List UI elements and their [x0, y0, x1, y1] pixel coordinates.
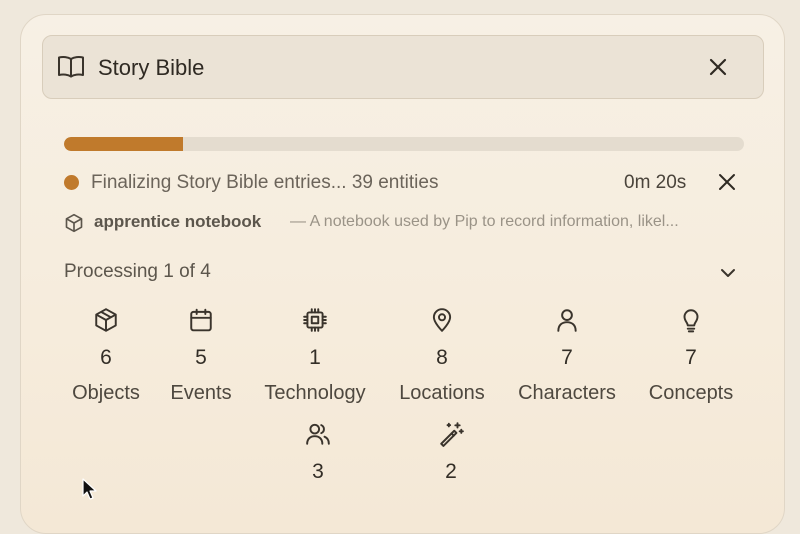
category-count: 7 [685, 346, 697, 369]
category-count: 1 [309, 346, 321, 369]
category-locations[interactable]: 8 Locations [380, 307, 504, 417]
status-row: Finalizing Story Bible entries... 39 ent… [64, 171, 744, 195]
category-groups[interactable]: 3 [256, 421, 380, 531]
current-entity-name: apprentice notebook [94, 212, 262, 231]
story-bible-panel: Story Bible Finalizing Story Bible entri… [20, 14, 785, 534]
category-count: 2 [445, 460, 457, 483]
elapsed-timer: 0m 20s [624, 172, 687, 193]
status-text: Finalizing Story Bible entries... 39 ent… [91, 172, 439, 193]
cube-icon [93, 307, 119, 333]
category-label: Technology [264, 382, 366, 404]
current-entity-row: apprentice notebook — A notebook used by… [64, 211, 744, 235]
category-technology[interactable]: 1 Technology [253, 307, 377, 417]
cube-icon [64, 213, 84, 233]
calendar-icon [188, 307, 214, 333]
cancel-process-button[interactable] [717, 172, 737, 192]
category-magic[interactable]: 2 [389, 421, 513, 531]
lightbulb-icon [678, 307, 704, 333]
category-label: Concepts [648, 382, 734, 404]
category-count: 8 [436, 346, 448, 369]
progress-bar-fill [64, 137, 183, 151]
category-count: 5 [195, 346, 207, 369]
chip-icon [302, 307, 328, 333]
book-open-icon [57, 54, 85, 80]
category-concepts[interactable]: 7 Concepts [629, 307, 753, 417]
category-count: 7 [561, 346, 573, 369]
map-pin-icon [429, 307, 455, 333]
close-panel-button[interactable] [707, 56, 729, 78]
chevron-down-icon [719, 264, 737, 282]
status-dot-icon [64, 175, 79, 190]
person-icon [554, 307, 580, 333]
magic-wand-icon [438, 421, 464, 447]
processing-toggle[interactable]: Processing 1 of 4 [64, 261, 744, 285]
processing-status: Processing 1 of 4 [64, 261, 211, 282]
users-icon [305, 421, 331, 447]
current-entity-description: — A notebook used by Pip to record infor… [290, 213, 679, 230]
category-label: Locations [399, 382, 485, 404]
category-label: Characters [518, 382, 616, 404]
category-characters[interactable]: 7 Characters [505, 307, 629, 417]
panel-header: Story Bible [42, 35, 764, 99]
mouse-cursor-icon [82, 478, 98, 500]
category-count: 3 [312, 460, 324, 483]
progress-bar [64, 137, 744, 151]
panel-title: Story Bible [98, 55, 205, 80]
